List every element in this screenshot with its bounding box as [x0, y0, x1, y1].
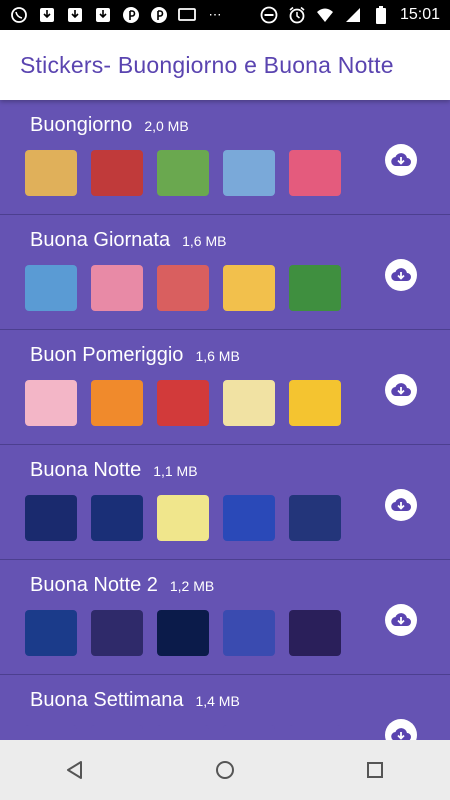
pack-name: Buona Settimana — [30, 689, 184, 711]
sticker-thumbnail — [157, 610, 209, 656]
sticker-previews — [25, 495, 341, 541]
sticker-pack-list[interactable]: Buongiorno 2,0 MB Buona Giornata 1,6 MB Buon… — [0, 100, 450, 740]
sticker-thumbnail — [25, 725, 77, 740]
pinterest-icon — [150, 6, 168, 24]
alarm-icon — [288, 6, 306, 24]
cloud-download-icon — [391, 613, 411, 627]
pack-name: Buona Notte 2 — [30, 574, 158, 596]
sticker-thumbnail — [223, 610, 275, 656]
sticker-pack-row[interactable]: Buona Settimana 1,4 MB — [0, 675, 450, 740]
sticker-thumbnail — [289, 495, 341, 541]
pinterest-icon — [122, 6, 140, 24]
sticker-thumbnail — [157, 150, 209, 196]
sticker-thumbnail — [91, 380, 143, 426]
sticker-thumbnail — [223, 495, 275, 541]
sticker-thumbnail — [289, 150, 341, 196]
sticker-previews — [25, 150, 341, 196]
pack-name: Buona Notte — [30, 459, 142, 481]
sticker-thumbnail — [289, 610, 341, 656]
pack-size: 1,1 MB — [153, 463, 198, 479]
pack-size: 2,0 MB — [144, 118, 189, 134]
pack-header: Buona Giornata 1,6 MB — [30, 229, 226, 252]
sticker-thumbnail — [223, 265, 275, 311]
pack-header: Buongiorno 2,0 MB — [30, 114, 189, 137]
home-icon[interactable] — [205, 750, 245, 790]
download-button[interactable] — [385, 374, 417, 406]
sticker-previews — [25, 265, 341, 311]
recents-icon[interactable] — [355, 750, 395, 790]
sticker-pack-row[interactable]: Buona Notte 2 1,2 MB — [0, 560, 450, 675]
pack-size: 1,2 MB — [169, 578, 215, 594]
download-icon — [94, 6, 112, 24]
status-bar: ⋯ 15:01 — [0, 0, 450, 30]
navigation-bar — [0, 740, 450, 800]
sticker-pack-row[interactable]: Buona Giornata 1,6 MB — [0, 215, 450, 330]
download-icon — [38, 6, 56, 24]
notification-icons: ⋯ — [10, 6, 224, 24]
pack-header: Buona Notte 1,1 MB — [30, 459, 198, 482]
sticker-thumbnail — [25, 380, 77, 426]
battery-icon — [372, 6, 390, 24]
download-button[interactable] — [385, 144, 417, 176]
sticker-thumbnail — [91, 150, 143, 196]
whatsapp-icon — [10, 6, 28, 24]
pack-size: 1,6 MB — [182, 233, 227, 249]
cloud-download-icon — [391, 268, 411, 282]
pack-header: Buona Notte 2 1,2 MB — [30, 574, 214, 597]
sticker-thumbnail — [289, 380, 341, 426]
pack-header: Buon Pomeriggio 1,6 MB — [30, 344, 240, 367]
sticker-thumbnail — [91, 265, 143, 311]
sticker-thumbnail — [91, 725, 143, 740]
cloud-download-icon — [391, 383, 411, 397]
pack-name: Buon Pomeriggio — [30, 344, 184, 366]
app-bar: Stickers- Buongiorno e Buona Notte — [0, 30, 450, 100]
sticker-thumbnail — [289, 725, 341, 740]
sticker-thumbnail — [25, 610, 77, 656]
sticker-pack-row[interactable]: Buona Notte 1,1 MB — [0, 445, 450, 560]
sticker-thumbnail — [223, 725, 275, 740]
sticker-thumbnail — [223, 380, 275, 426]
sticker-thumbnail — [25, 495, 77, 541]
overflow-indicator: ⋯ — [208, 7, 222, 22]
download-button[interactable] — [385, 259, 417, 291]
clock: 15:01 — [399, 6, 440, 23]
pack-header: Buona Settimana 1,4 MB — [30, 689, 240, 712]
wifi-icon — [316, 6, 334, 24]
do-not-disturb-icon — [260, 6, 278, 24]
page-title: Stickers- Buongiorno e Buona Notte — [20, 51, 394, 78]
pack-size: 1,6 MB — [195, 348, 240, 364]
sticker-thumbnail — [223, 150, 275, 196]
download-button[interactable] — [385, 489, 417, 521]
pack-name: Buona Giornata — [30, 229, 171, 251]
sticker-thumbnail — [157, 380, 209, 426]
sticker-pack-row[interactable]: Buon Pomeriggio 1,6 MB — [0, 330, 450, 445]
screen-icon — [178, 6, 196, 24]
sticker-thumbnail — [157, 495, 209, 541]
sticker-thumbnail — [25, 265, 77, 311]
download-button[interactable] — [385, 604, 417, 636]
sticker-previews — [25, 725, 341, 740]
sticker-previews — [25, 380, 341, 426]
cloud-download-icon — [391, 153, 411, 167]
sticker-thumbnail — [91, 495, 143, 541]
sticker-thumbnail — [25, 150, 77, 196]
download-button[interactable] — [385, 719, 417, 740]
back-icon[interactable] — [55, 750, 95, 790]
pack-size: 1,4 MB — [195, 693, 240, 709]
sticker-previews — [25, 610, 341, 656]
system-icons: 15:01 — [260, 6, 440, 24]
sticker-thumbnail — [157, 725, 209, 740]
sticker-pack-row[interactable]: Buongiorno 2,0 MB — [0, 100, 450, 215]
sticker-thumbnail — [157, 265, 209, 311]
sticker-thumbnail — [91, 610, 143, 656]
pack-name: Buongiorno — [30, 114, 133, 136]
signal-icon — [344, 6, 362, 24]
download-icon — [66, 6, 84, 24]
sticker-thumbnail — [289, 265, 341, 311]
cloud-download-icon — [391, 728, 411, 740]
cloud-download-icon — [391, 498, 411, 512]
